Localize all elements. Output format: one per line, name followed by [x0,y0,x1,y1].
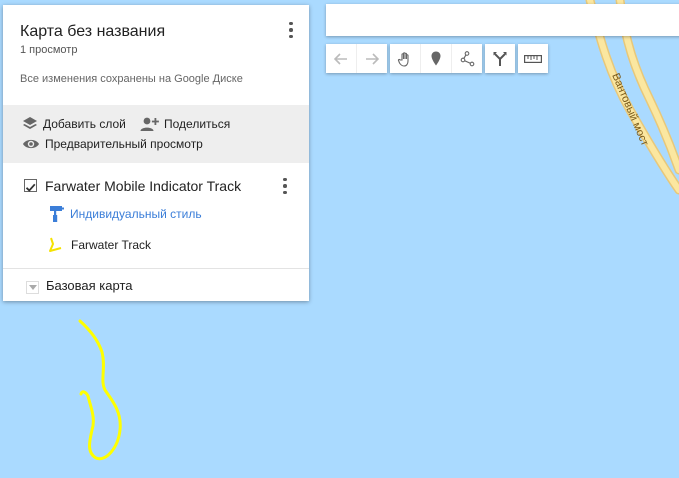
preview-label: Предварительный просмотр [45,137,203,151]
edit-tools-group [390,44,482,73]
draw-line-icon[interactable] [451,44,482,73]
measure-group [518,44,548,73]
redo-icon[interactable] [356,44,387,73]
view-count: 1 просмотр [20,44,78,56]
paint-roller-icon [50,206,64,222]
more-vert-icon[interactable] [284,20,298,40]
eye-icon [23,139,39,149]
chevron-down-icon[interactable] [26,281,39,294]
panel-actions: Добавить слой Поделиться Предварительный… [3,105,309,163]
layer-checkbox[interactable] [24,179,37,192]
layers-icon [23,117,37,129]
directions-icon[interactable] [485,44,515,73]
save-status: Все изменения сохранены на Google Диске [20,73,243,85]
undo-redo-group [326,44,387,73]
line-feature-icon [49,237,62,252]
preview-button[interactable]: Предварительный просмотр [22,137,203,151]
directions-group [485,44,515,73]
search-box[interactable] [326,4,679,36]
share-label: Поделиться [164,117,231,131]
layer-style-label: Индивидуальный стиль [70,207,202,221]
map-panel: Карта без названия 1 просмотр Все измене… [3,5,309,301]
layer-item: Farwater Mobile Indicator Track Индивиду… [3,163,309,268]
track-feature[interactable]: Farwater Track [47,237,151,253]
add-layer-label: Добавить слой [43,117,126,131]
layer-name[interactable]: Farwater Mobile Indicator Track [45,178,241,194]
checkmark-icon [25,183,36,192]
marker-icon[interactable] [420,44,451,73]
layer-options-icon[interactable] [278,176,292,196]
basemap-section[interactable]: Базовая карта [3,268,309,302]
share-button[interactable]: Поделиться [139,116,230,132]
ruler-icon[interactable] [518,44,548,73]
undo-icon[interactable] [326,44,356,73]
hand-icon[interactable] [390,44,420,73]
person-add-icon [140,117,159,131]
basemap-label: Базовая карта [46,278,133,293]
panel-header: Карта без названия 1 просмотр Все измене… [3,5,309,105]
add-layer-button[interactable]: Добавить слой [22,116,126,132]
layer-style-link[interactable]: Индивидуальный стиль [49,205,202,223]
track-label: Farwater Track [71,238,152,252]
map-title[interactable]: Карта без названия [20,23,165,41]
